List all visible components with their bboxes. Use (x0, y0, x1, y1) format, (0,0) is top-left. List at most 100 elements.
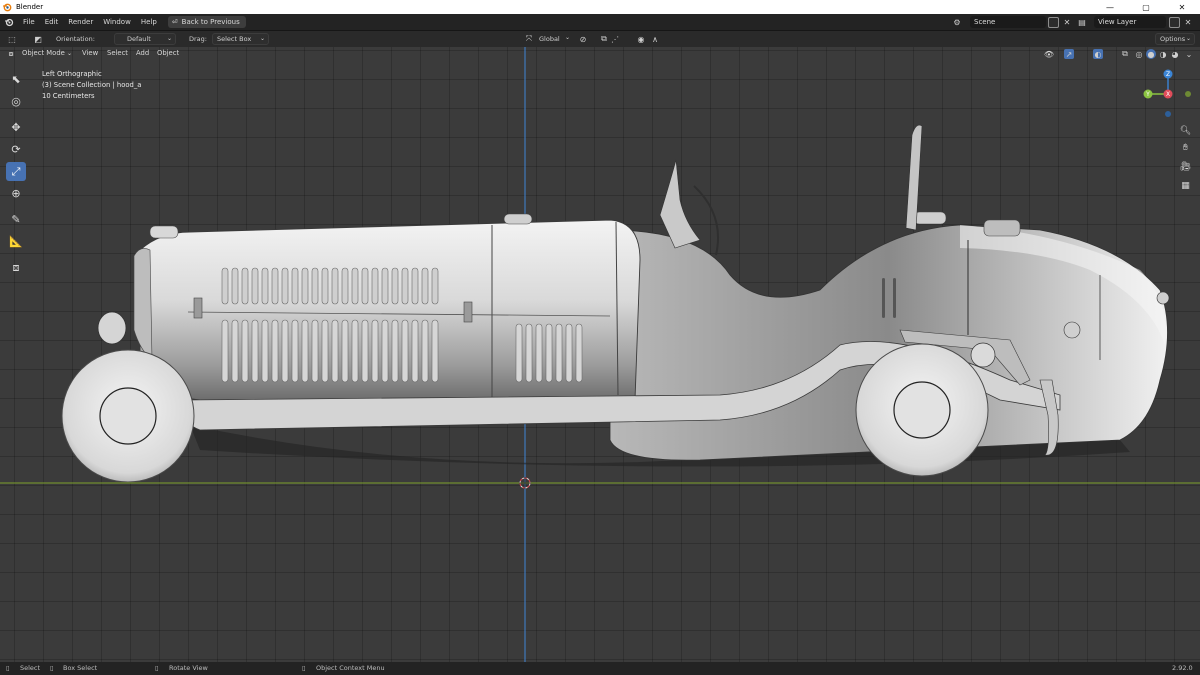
z-axis-label: Z (1166, 71, 1170, 78)
orientation-label: Orientation: (56, 35, 95, 43)
annotate-tool-icon[interactable]: ✎ (6, 210, 26, 229)
tail-vent (882, 278, 885, 318)
move-tool-icon[interactable]: ✥ (6, 118, 26, 137)
transform-tool-icon[interactable]: ⊕ (6, 184, 26, 203)
perspective-grid-icon[interactable]: ▦ (1179, 179, 1192, 192)
visibility-icon[interactable]: 👁 (1044, 49, 1054, 59)
tail-vent (893, 278, 896, 318)
menu-file[interactable]: File (18, 18, 40, 26)
chevron-down-icon: ⌄ (1185, 35, 1191, 42)
back-to-previous-label: Back to Previous (181, 18, 240, 26)
options-dropdown[interactable]: Options ⌄ (1155, 33, 1195, 45)
mouse-context-icon: ▯ (302, 664, 306, 672)
blender-menu-icon[interactable] (0, 17, 18, 27)
rotate-tool-icon[interactable]: ⟳ (6, 140, 26, 159)
menu-select[interactable]: Select (107, 49, 128, 57)
chevron-down-icon: ⌄ (259, 35, 265, 42)
back-to-previous-button[interactable]: ⏎ Back to Previous (167, 16, 246, 28)
mode-toggle-icon[interactable]: ◩ (33, 34, 43, 44)
object-mode-label: Object Mode (22, 49, 65, 57)
menu-object[interactable]: Object (157, 49, 179, 57)
collection-info: (3) Scene Collection | hood_a (42, 81, 142, 89)
orientation-value: Default (127, 35, 151, 43)
solid-shading-icon[interactable]: ● (1146, 49, 1156, 59)
fuel-cap (503, 213, 533, 225)
hood-latch (193, 297, 203, 319)
rear-wheel (855, 343, 989, 477)
camera-view-icon[interactable]: 🎥︎ (1179, 160, 1192, 173)
close-button[interactable]: ✕ (1164, 0, 1200, 14)
steering-wheel (693, 185, 720, 256)
remove-scene-icon[interactable]: ✕ (1062, 17, 1072, 27)
blender-logo-icon (0, 0, 14, 14)
overlay-toggle-icon[interactable]: ◐ (1093, 49, 1103, 59)
gizmo-toggle-icon[interactable]: ↗ (1064, 49, 1074, 59)
transform-orientation-dropdown[interactable]: Global ⌄ (535, 33, 573, 45)
scene-selector[interactable]: Scene (970, 16, 1046, 28)
view-name: Left Orthographic (42, 70, 102, 78)
menu-window[interactable]: Window (98, 18, 136, 26)
wireframe-shading-icon[interactable]: ◎ (1134, 49, 1144, 59)
navigation-gizmo[interactable]: Z Y X (1142, 68, 1192, 118)
3d-viewport[interactable] (0, 47, 1200, 662)
status-box-select: Box Select (63, 664, 98, 672)
new-view-layer-icon[interactable] (1169, 17, 1180, 28)
select-box-tool-icon[interactable]: ⬉ (6, 70, 26, 89)
menu-render[interactable]: Render (63, 18, 98, 26)
status-bar: ▯ Select ▯ Box Select ▯ Rotate View ▯ Ob… (0, 662, 1200, 675)
tool-settings-header: ⬚ ◩ Orientation: Default ⌄ Drag: Select … (0, 31, 1200, 47)
menu-view[interactable]: View (82, 49, 98, 57)
neg-y-axis-handle (1185, 91, 1191, 97)
scale-tool-icon[interactable]: ⤢ (6, 162, 26, 181)
viewport-header: ⧇ Object Mode ⌄ View Select Add Object 👁… (0, 47, 1200, 62)
view-layer-name: View Layer (1098, 18, 1137, 26)
neg-z-axis-handle (1165, 111, 1171, 117)
proportional-editing-icon[interactable]: ◉ (636, 34, 646, 44)
pivot-point-icon[interactable]: ⊘ (578, 34, 588, 44)
xray-icon[interactable]: ⧉ (1120, 49, 1130, 59)
status-select: Select (20, 664, 41, 672)
front-wheel (61, 349, 195, 483)
drag-dropdown[interactable]: Select Box ⌄ (212, 33, 269, 45)
snap-target-icon[interactable]: ⋰ (610, 34, 620, 44)
menu-edit[interactable]: Edit (40, 18, 64, 26)
add-cube-tool-icon[interactable]: ⧈ (6, 258, 26, 277)
headlamp (97, 311, 127, 345)
hood-body (139, 219, 641, 401)
view-layer-selector[interactable]: View Layer (1094, 16, 1166, 28)
maximize-button[interactable]: ▢ (1128, 0, 1164, 14)
view-layer-icon[interactable]: ▤ (1077, 17, 1087, 27)
mouse-right-icon: ▯ (155, 664, 159, 672)
scene-name: Scene (974, 18, 996, 26)
hood-louvers-lower (221, 319, 583, 383)
chevron-down-icon: ⌄ (166, 35, 172, 42)
remove-view-layer-icon[interactable]: ✕ (1183, 17, 1193, 27)
pan-hand-icon[interactable]: ✋︎ (1179, 141, 1192, 154)
new-scene-icon[interactable] (1048, 17, 1059, 28)
select-tool-icon[interactable]: ⬚ (7, 34, 17, 44)
shock-absorber (970, 342, 996, 368)
tail-lamp (1063, 321, 1081, 339)
falloff-icon[interactable]: ∧ (650, 34, 660, 44)
left-toolbar: ⬉ ◎ ✥ ⟳ ⤢ ⊕ ✎ 📐 ⧈ (6, 70, 28, 277)
top-menubar: File Edit Render Window Help ⏎ Back to P… (0, 14, 1200, 31)
radiator-cap (149, 225, 179, 239)
zoom-icon[interactable]: 🔍︎ (1179, 124, 1192, 137)
orientation-dropdown[interactable]: Default ⌄ (114, 33, 176, 45)
snap-icon[interactable]: ⧉ (599, 34, 609, 44)
window-titlebar: Blender — ▢ ✕ (0, 0, 1200, 14)
measure-tool-icon[interactable]: 📐 (6, 232, 26, 251)
rendered-shading-icon[interactable]: ◕ (1170, 49, 1180, 59)
editor-type-icon[interactable]: ⧇ (6, 49, 16, 59)
menu-add[interactable]: Add (136, 49, 149, 57)
menu-help[interactable]: Help (136, 18, 162, 26)
grid-scale: 10 Centimeters (42, 92, 95, 100)
transform-orientation-value: Global (539, 35, 560, 43)
scene-icon[interactable]: ⚙ (952, 17, 962, 27)
material-shading-icon[interactable]: ◑ (1158, 49, 1168, 59)
minimize-button[interactable]: — (1092, 0, 1128, 14)
shading-options-icon[interactable]: ⌄ (1184, 49, 1194, 59)
transform-orientation-icon[interactable]: ⤧ (524, 34, 534, 44)
object-mode-dropdown[interactable]: Object Mode ⌄ (22, 49, 72, 57)
cursor-tool-icon[interactable]: ◎ (6, 92, 26, 111)
